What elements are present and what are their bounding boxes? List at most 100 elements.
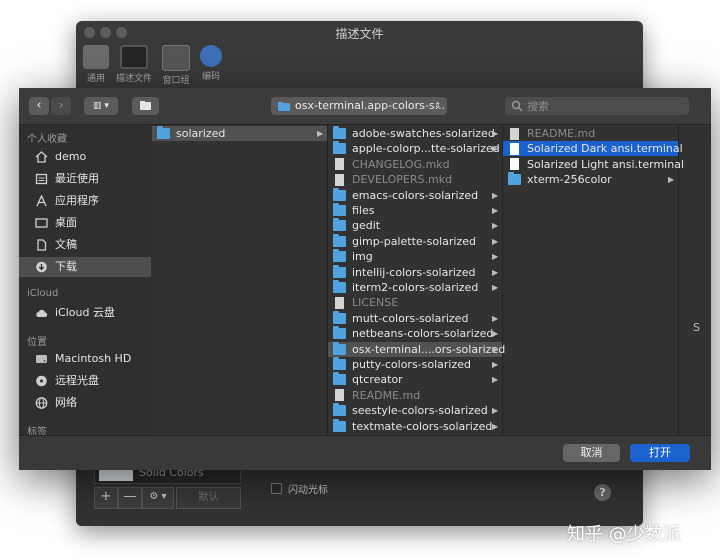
browser-column-1: solarized ▶ — [152, 125, 328, 435]
sidebar-item-downloads[interactable]: 下载 — [19, 257, 151, 277]
documents-icon — [37, 239, 47, 251]
profiles-icon — [120, 45, 148, 69]
list-item[interactable]: osx-terminal....ors-solarized ▶ — [328, 341, 506, 357]
list-item[interactable]: apple-colorp...tte-solarized ▶ — [328, 141, 502, 156]
cancel-button[interactable]: 取消 — [563, 444, 620, 462]
list-item[interactable]: putty-colors-solarized ▶ — [328, 357, 502, 372]
folder-icon — [333, 203, 346, 216]
disclosure-arrow-icon: ▶ — [492, 406, 499, 416]
disclosure-arrow-icon: ▶ — [492, 344, 499, 354]
list-item[interactable]: solarized ▶ — [152, 126, 327, 141]
folder-icon — [278, 102, 290, 111]
sidebar-item-label: 文稿 — [55, 238, 77, 251]
list-item[interactable]: CHANGELOG.mkd — [328, 157, 502, 172]
sidebar-item-demo[interactable]: demo — [19, 147, 151, 167]
add-profile-button[interactable]: + — [94, 487, 118, 509]
disclosure-arrow-icon: ▶ — [492, 221, 499, 231]
disclosure-arrow-icon: ▶ — [492, 283, 499, 292]
list-item-label: xterm-256color — [527, 173, 612, 187]
sidebar-item-recents[interactable]: 最近使用 — [19, 169, 151, 189]
group-button[interactable] — [132, 97, 159, 115]
toolbar-profiles[interactable]: 描述文件 — [114, 45, 154, 84]
folder-icon — [333, 264, 346, 278]
sidebar: 个人收藏 demo 最近使用 应用程序 桌面 文稿 下载 iCloud iClo… — [19, 125, 151, 438]
list-item[interactable]: README.md — [328, 388, 502, 403]
remove-profile-button[interactable]: — — [118, 487, 142, 509]
blink-cursor-option[interactable]: 闪动光标 — [271, 481, 328, 496]
list-item[interactable]: adobe-swatches-solarized ▶ — [328, 126, 502, 141]
list-item[interactable]: Solarized Light ansi.terminal — [503, 157, 684, 172]
list-item[interactable]: seestyle-colors-solarized ▶ — [328, 403, 502, 418]
list-item[interactable]: textmate-colors-solarized ▶ — [328, 418, 502, 434]
sidebar-item-label: 网络 — [55, 396, 77, 409]
sidebar-item-label: iCloud 云盘 — [55, 306, 115, 319]
list-item[interactable]: LICENSE — [328, 295, 502, 310]
disclosure-arrow-icon: ▶ — [492, 267, 499, 277]
sidebar-item-label: 应用程序 — [55, 194, 99, 207]
list-item-label: netbeans-colors-solarized — [352, 327, 494, 341]
sidebar-item-documents[interactable]: 文稿 — [19, 235, 151, 255]
document-icon — [335, 296, 344, 309]
list-item-label: CHANGELOG.mkd — [352, 157, 450, 171]
toolbar-encodings[interactable]: 编码 — [191, 45, 231, 82]
list-item[interactable]: mutt-colors-solarized ▶ — [328, 310, 502, 326]
list-item[interactable]: files ▶ — [328, 203, 502, 218]
profile-buttons: + — ⚙ ▾ — [94, 487, 174, 509]
view-mode-button[interactable]: ▥ ▾ — [84, 97, 118, 115]
sidebar-item-remote-disc[interactable]: 远程光盘 — [19, 371, 151, 391]
list-item[interactable]: qtcreator ▶ — [328, 372, 502, 387]
search-icon — [511, 100, 523, 112]
sidebar-item-label: 最近使用 — [55, 172, 99, 185]
sidebar-item-macintosh-hd[interactable]: Macintosh HD — [19, 349, 151, 369]
toolbar-general[interactable]: 通用 — [76, 45, 116, 84]
general-icon — [83, 45, 109, 69]
disclosure-arrow-icon: ▶ — [492, 206, 499, 215]
disclosure-arrow-icon: ▶ — [492, 329, 499, 339]
blink-cursor-checkbox[interactable] — [271, 483, 282, 494]
sidebar-item-applications[interactable]: 应用程序 — [19, 191, 151, 211]
sidebar-item-desktop[interactable]: 桌面 — [19, 213, 151, 233]
list-item[interactable]: gimp-palette-solarized ▶ — [328, 233, 502, 249]
forward-button[interactable]: › — [51, 97, 71, 115]
blink-cursor-label: 闪动光标 — [288, 485, 328, 496]
list-item[interactable]: gedit ▶ — [328, 218, 502, 233]
list-item-label: osx-terminal....ors-solarized — [352, 342, 506, 356]
profiles-titlebar: 描述文件 — [76, 21, 643, 43]
back-button[interactable]: ‹ — [29, 97, 49, 115]
path-popup[interactable]: osx-terminal.app-colors-s... ⇕ — [271, 97, 447, 115]
list-item[interactable]: xterm-256color ▶ — [503, 172, 678, 187]
list-item[interactable]: Solarized Dark ansi.terminal — [503, 141, 683, 157]
folder-icon — [140, 101, 151, 110]
list-item[interactable]: DEVELOPERS.mkd — [328, 172, 502, 187]
list-item-label: putty-colors-solarized — [352, 358, 472, 371]
list-item[interactable]: img ▶ — [328, 249, 502, 264]
list-item[interactable]: intellij-colors-solarized ▶ — [328, 264, 502, 280]
document-icon — [510, 127, 519, 140]
sidebar-item-network[interactable]: 网络 — [19, 393, 151, 413]
favorites-header: 个人收藏 — [27, 134, 67, 145]
list-item-label: qtcreator — [352, 373, 403, 387]
gear-menu-button[interactable]: ⚙ ▾ — [142, 487, 174, 509]
disclosure-arrow-icon: ▶ — [317, 129, 324, 138]
list-item-label: img — [352, 250, 373, 264]
list-item-label: mutt-colors-solarized — [352, 311, 469, 325]
open-file-dialog: ‹ › ▥ ▾ osx-terminal.app-colors-s... ⇕ 个… — [19, 88, 711, 470]
search-input[interactable] — [527, 97, 677, 115]
folder-icon — [333, 341, 346, 355]
toolbar-window-groups[interactable]: 窗口组 — [156, 45, 196, 86]
harddisk-icon — [36, 355, 47, 363]
document-icon — [335, 173, 344, 186]
default-button[interactable]: 默认 — [176, 487, 241, 509]
document-icon — [510, 158, 519, 171]
open-button[interactable]: 打开 — [630, 444, 690, 462]
sidebar-item-icloud-drive[interactable]: iCloud 云盘 — [19, 303, 151, 323]
document-icon — [510, 142, 519, 155]
list-item[interactable]: netbeans-colors-solarized ▶ — [328, 326, 502, 341]
help-button[interactable]: ? — [594, 484, 611, 501]
list-item[interactable]: emacs-colors-solarized ▶ — [328, 187, 502, 203]
search-field[interactable] — [505, 97, 689, 115]
list-item[interactable]: iterm2-colors-solarized ▶ — [328, 280, 502, 295]
list-item[interactable]: README.md — [503, 126, 678, 141]
list-item-label: seestyle-colors-solarized — [352, 404, 488, 418]
list-item-label: apple-colorp...tte-solarized — [352, 142, 500, 156]
